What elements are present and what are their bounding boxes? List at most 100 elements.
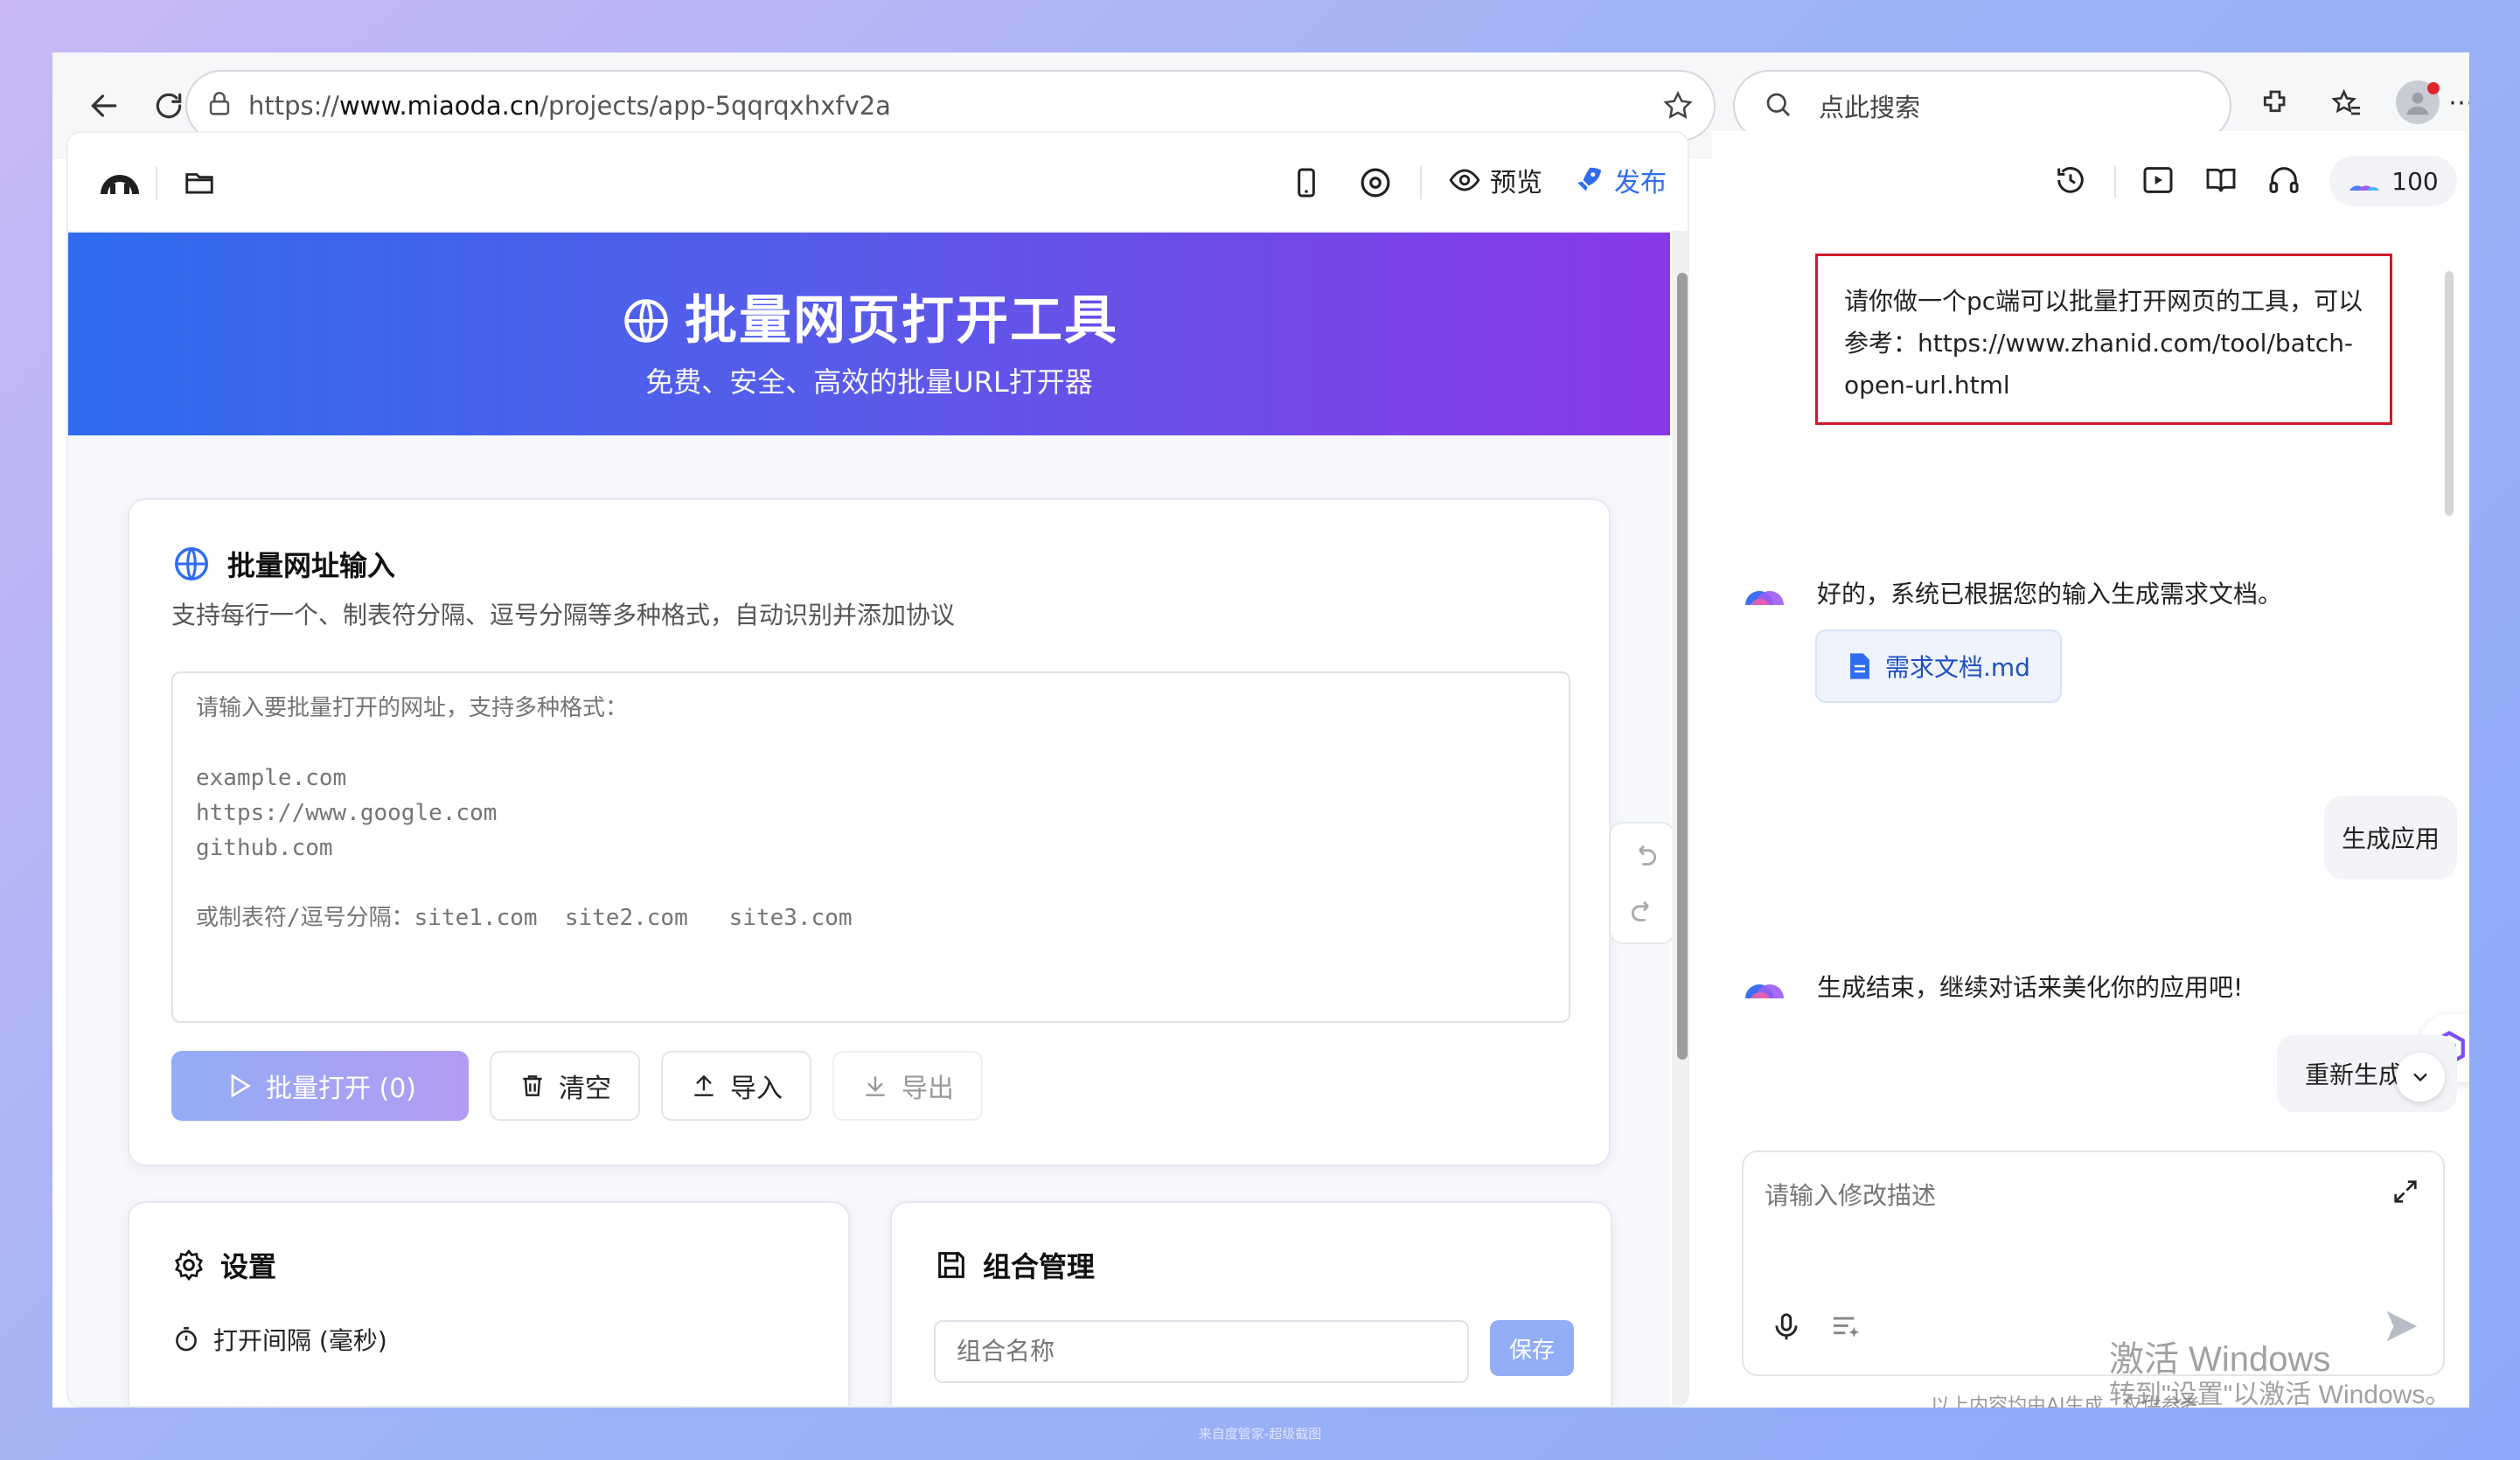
url-host: www.miaoda.cn	[338, 91, 540, 121]
export-label: 导出	[901, 1074, 954, 1104]
chat-scrollbar-thumb[interactable]	[2445, 271, 2454, 516]
url-textarea[interactable]	[171, 671, 1570, 1023]
app-content: 批量网址输入 支持每行一个、制表符分隔、逗号分隔等多种格式，自动识别并添加协议 …	[68, 435, 1675, 1406]
rocket-icon	[1577, 167, 1602, 191]
history-icon[interactable]	[2053, 163, 2088, 198]
settings-circle-icon[interactable]	[1357, 164, 1394, 201]
prompt-list-icon[interactable]	[1829, 1310, 1864, 1345]
clear-button[interactable]: 清空	[490, 1051, 640, 1121]
combo-name-input[interactable]	[934, 1320, 1469, 1383]
save-icon	[938, 1252, 964, 1278]
timer-icon	[176, 1326, 197, 1352]
activation-watermark-subtitle: 转到"设置"以激活 Windows。	[2109, 1380, 2452, 1408]
url-input-card-header: 批量网址输入	[171, 544, 395, 584]
hero-banner: 批量网页打开工具 免费、安全、高效的批量URL打开器	[68, 233, 1670, 435]
bot-message-2: 生成结束，继续对话来美化你的应用吧!	[1817, 973, 2244, 1002]
star-icon[interactable]	[1661, 89, 1695, 122]
capture-footer: 来自度管家-超级截图	[1198, 1426, 1322, 1442]
combo-management-card: 组合管理 保存	[890, 1201, 1612, 1406]
eye-icon	[1449, 169, 1480, 191]
folder-icon[interactable]	[182, 166, 217, 199]
profile-avatar[interactable]	[2396, 80, 2440, 124]
browser-window: https://www.miaoda.cn/projects/app-5qqrq…	[52, 52, 2469, 1408]
favorites-icon[interactable]	[2329, 87, 2364, 122]
export-button[interactable]: 导出	[832, 1051, 983, 1121]
preview-button[interactable]: 预览	[1448, 161, 1542, 199]
globe-icon	[624, 299, 668, 343]
url-prefix: https://	[248, 91, 339, 121]
search-placeholder: 点此搜索	[1819, 93, 1921, 122]
publish-button[interactable]: 发布	[1572, 161, 1667, 199]
url-input-card-description: 支持每行一个、制表符分隔、逗号分隔等多种格式，自动识别并添加协议	[171, 601, 956, 629]
toolbar-divider	[156, 166, 157, 199]
doc-chip[interactable]: 需求文档.md	[1815, 629, 2062, 703]
user-message-1-text: 请你做一个pc端可以批量打开网页的工具，可以参考：https://www.zha…	[1844, 287, 2363, 400]
scroll-down-button[interactable]	[2396, 1053, 2445, 1102]
settings-card: 设置 打开间隔 (毫秒)	[128, 1201, 850, 1406]
settings-card-title: 设置	[220, 1250, 277, 1283]
undo-redo-group	[1609, 822, 1675, 944]
book-icon[interactable]	[2203, 163, 2238, 198]
redo-icon[interactable]	[1627, 895, 1660, 928]
url-path: /projects/app-5qqrqxhxfv2a	[540, 91, 891, 121]
miaoda-logo-icon[interactable]	[98, 164, 142, 199]
credits-badge[interactable]: 100	[2329, 156, 2457, 206]
preview-label: 预览	[1490, 168, 1542, 198]
bot-avatar-icon	[1744, 969, 1791, 1000]
reload-icon	[156, 93, 182, 119]
interval-label: 打开间隔 (毫秒)	[213, 1326, 387, 1355]
document-icon	[1850, 653, 1869, 679]
bot-message-1: 好的，系统已根据您的输入生成需求文档。	[1817, 580, 2283, 608]
doc-chip-label: 需求文档.md	[1885, 653, 2030, 682]
clear-label: 清空	[559, 1074, 611, 1104]
user-message-1: 请你做一个pc端可以批量打开网页的工具，可以参考：https://www.zha…	[1815, 254, 2392, 425]
miaoda-credits-icon	[2349, 185, 2380, 191]
mobile-icon[interactable]	[1289, 164, 1324, 201]
interval-field-label: 打开间隔 (毫秒)	[171, 1322, 387, 1357]
chat-input[interactable]	[1765, 1177, 2359, 1247]
hero-title: 批量网页打开工具	[68, 278, 1670, 354]
batch-open-button[interactable]: 批量打开 (0)	[171, 1051, 469, 1121]
app-toolbar: 预览 发布	[68, 133, 1688, 233]
microphone-icon[interactable]	[1770, 1310, 1803, 1345]
expand-icon[interactable]	[2391, 1177, 2420, 1206]
batch-open-label: 批量打开 (0)	[265, 1074, 417, 1104]
import-label: 导入	[730, 1074, 783, 1104]
chat-panel: 100 请你做一个pc端可以批量打开网页的工具，可以参考：https://www…	[1712, 131, 2469, 1408]
publish-label: 发布	[1614, 168, 1667, 198]
combo-card-title: 组合管理	[983, 1250, 1096, 1283]
credits-value: 100	[2391, 166, 2439, 196]
toolbar-divider	[1420, 166, 1422, 199]
more-icon[interactable]: ⋯	[2448, 87, 2469, 118]
gear-icon	[175, 1248, 203, 1282]
user-message-2: 生成应用	[2324, 796, 2457, 879]
extensions-icon[interactable]	[2258, 87, 2293, 122]
play-icon	[231, 1074, 251, 1098]
undo-icon[interactable]	[1627, 839, 1660, 873]
import-button[interactable]: 导入	[661, 1051, 811, 1121]
chevron-down-icon	[2413, 1073, 2427, 1082]
hero-subtitle: 免费、安全、高效的批量URL打开器	[645, 365, 1093, 399]
back-button[interactable]	[75, 77, 133, 135]
chat-input-box	[1742, 1151, 2445, 1376]
url-input-card: 批量网址输入 支持每行一个、制表符分隔、逗号分隔等多种格式，自动识别并添加协议 …	[128, 498, 1611, 1166]
combo-card-header: 组合管理	[934, 1245, 1095, 1285]
globe-icon	[175, 547, 208, 581]
bot-avatar-icon	[1744, 575, 1791, 607]
search-icon	[1763, 89, 1794, 121]
app-preview-panel: 预览 发布 批量网页打开工具 免费、安全、高效的批量URL打开器 批量网址输入 …	[66, 131, 1689, 1408]
arrow-left-icon	[91, 94, 117, 117]
headset-icon[interactable]	[2266, 163, 2301, 198]
hero-title-text: 批量网页打开工具	[685, 290, 1118, 351]
send-icon[interactable]	[2382, 1306, 2422, 1346]
notification-dot	[2427, 82, 2440, 94]
trash-icon	[523, 1075, 542, 1096]
lock-icon	[205, 89, 234, 119]
combo-save-button[interactable]: 保存	[1490, 1320, 1574, 1376]
download-icon	[866, 1076, 885, 1096]
upload-icon	[694, 1074, 714, 1096]
chat-toolbar-divider	[2114, 166, 2116, 198]
scrollbar-thumb[interactable]	[1677, 273, 1688, 1060]
video-icon[interactable]	[2141, 163, 2175, 198]
url-input-card-title: 批量网址输入	[227, 549, 396, 582]
